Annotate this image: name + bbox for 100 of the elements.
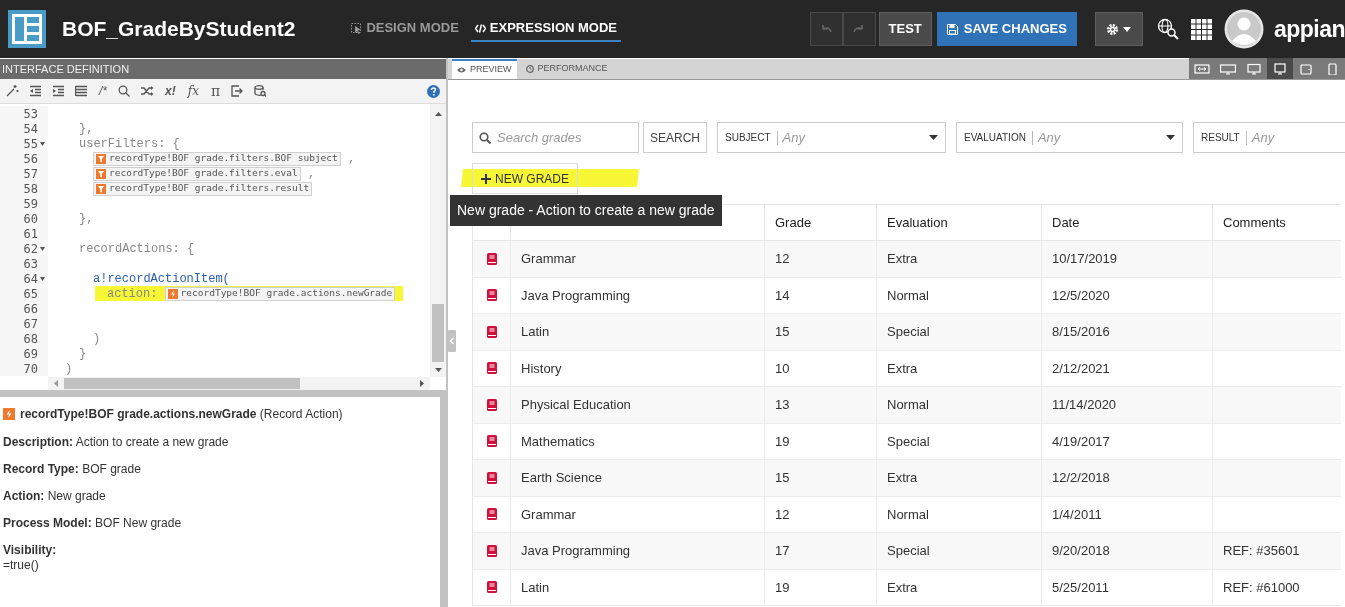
scrollbar-thumb[interactable] [64,378,300,389]
table-cell-text: 11/14/2020 [1052,396,1117,414]
save-button[interactable]: SAVE CHANGES [936,12,1077,46]
column-header[interactable]: Grade [775,212,812,233]
device-icon [1298,62,1314,75]
dropdown-field[interactable]: EVALUATION Any [956,122,1183,153]
app-grid-icon[interactable] [1190,18,1212,40]
table-cell-text: Extra [887,469,918,487]
line-number: 70 [23,362,38,375]
avatar-icon[interactable] [1223,9,1264,49]
book-icon[interactable] [486,471,497,484]
line-number: 67 [23,317,38,330]
search-field[interactable]: Search grades [472,122,639,153]
table-cell-text: 5/25/2011 [1052,578,1109,597]
fold-arrow-icon[interactable] [40,141,45,146]
exit-icon[interactable] [231,85,245,97]
book-icon[interactable] [486,289,497,302]
scroll-down-icon[interactable] [434,368,442,372]
dropdown-field[interactable]: RESULT Any [1193,122,1345,153]
magic-wand-icon[interactable] [6,85,19,97]
device-icon [1194,62,1210,75]
table-cell-text: 14 [775,286,790,305]
new-grade-button[interactable]: NEW GRADE [472,163,578,194]
book-icon[interactable] [486,544,497,557]
fold-arrow-icon[interactable] [40,246,45,251]
code-chip[interactable]: recordType!BOF grade.actions.newGrade [164,286,396,301]
device-icon [1220,62,1236,75]
column-header[interactable]: Evaluation [887,212,948,233]
settings-button[interactable] [1094,12,1143,46]
toolbar-button[interactable]: π [209,84,222,98]
mode-tab[interactable]: DESIGN MODE [347,16,463,42]
list-icon[interactable] [75,85,88,97]
fold-arrow-icon[interactable] [40,276,45,281]
database-search-icon[interactable] [254,85,268,97]
code-text: action: [107,285,159,303]
detail-line: Record Type: BOF grade [3,462,142,477]
book-icon[interactable] [486,398,497,411]
book-icon[interactable] [486,508,497,521]
preview-tab[interactable]: PREVIEW [452,59,517,79]
cursor-icon [351,22,363,34]
column-header[interactable]: Comments [1223,212,1286,233]
filter-icon [96,168,106,179]
code-chip[interactable]: recordType!BOF grade.filters.BOF subject [93,151,341,166]
outdent-icon[interactable] [29,85,42,97]
table-cell-text: Normal [887,505,929,524]
dropdown-field[interactable]: SUBJECT Any [717,122,946,153]
code-text: ) [65,360,73,377]
search-icon [479,132,491,144]
table-cell-text: 12 [775,250,790,268]
book-icon[interactable] [486,325,497,338]
line-number: 69 [23,347,38,360]
code-chip[interactable]: recordType!BOF grade.filters.result [93,181,313,196]
code-text: }, [79,210,94,228]
line-number: 62 [23,242,38,255]
book-icon[interactable] [486,435,497,448]
search-icon[interactable] [118,85,131,97]
toolbar-button[interactable]: /* [98,85,108,97]
line-number: 59 [23,197,38,210]
table-cell-text: Java Programming [521,542,631,560]
search-button[interactable]: SEARCH [643,122,707,153]
line-number: 54 [23,122,38,135]
book-icon[interactable] [486,581,497,594]
toolbar-button[interactable]: x! [164,85,177,97]
mode-tab[interactable]: EXPRESSION MODE [470,16,621,42]
toolbar-button[interactable]: fx [186,85,200,97]
table-cell-text: Extra [887,359,918,378]
collapse-handle-icon[interactable] [448,330,456,352]
table-cell-text: Extra [887,578,918,597]
book-icon[interactable] [486,362,497,375]
table-cell-text: 13 [775,396,790,414]
table-cell-text: 12/5/2020 [1052,286,1110,305]
code-chip[interactable]: recordType!BOF grade.filters.eval [93,166,301,181]
line-number: 66 [23,302,38,315]
table-cell-text: 12 [775,505,790,524]
test-button[interactable]: TEST [878,12,932,46]
scroll-right-icon[interactable] [420,380,424,387]
code-text: recordActions: { [79,240,195,258]
table-cell-text: 15 [775,323,790,341]
layout-icon [8,10,46,48]
shuffle-icon[interactable] [141,85,154,97]
code-text: , [346,150,356,168]
indent-icon[interactable] [52,85,65,97]
preview-tab[interactable]: PERFORMANCE [520,59,613,79]
table-cell-text: Special [887,323,930,341]
lightning-icon [167,288,178,299]
table-cell-text: Java Programming [521,286,631,305]
table-cell-text: Grammar [521,250,576,268]
line-number: 58 [23,182,38,195]
book-icon[interactable] [486,252,497,265]
globe-search-icon[interactable] [1156,18,1179,40]
scrollbar-thumb[interactable] [432,304,444,362]
code-text: userFilters: { [79,135,180,153]
interface-title: BOF_GradeByStudent2 [62,16,296,43]
help-icon[interactable] [427,84,440,98]
scroll-up-icon[interactable] [434,112,442,116]
device-button[interactable] [1267,58,1293,79]
column-header[interactable]: Date [1052,212,1080,233]
line-number: 63 [23,257,38,270]
scroll-left-icon[interactable] [54,380,58,387]
code-text: } [79,345,87,363]
